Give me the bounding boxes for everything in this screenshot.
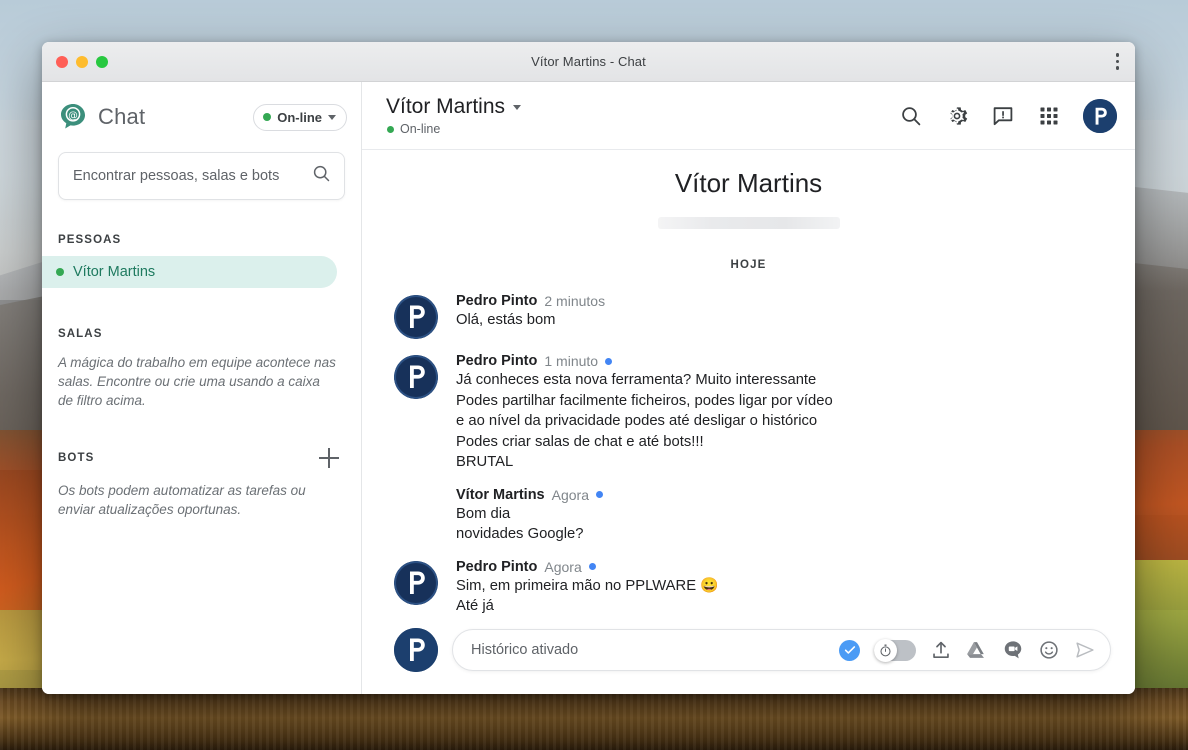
message-meta: Pedro Pinto 2 minutos bbox=[456, 293, 605, 309]
section-bots-label: BOTS bbox=[58, 452, 95, 464]
unread-dot-icon bbox=[595, 491, 603, 498]
avatar-pedro-pinto[interactable] bbox=[394, 355, 438, 399]
presence-dot-icon bbox=[387, 125, 394, 133]
chevron-down-icon[interactable] bbox=[513, 104, 522, 110]
toggle-knob bbox=[874, 638, 897, 662]
message-meta: Vítor Martins Agora bbox=[456, 487, 603, 503]
message-meta: Pedro Pinto 1 minuto bbox=[456, 353, 833, 369]
section-people: PESSOAS bbox=[42, 200, 361, 252]
section-people-label: PESSOAS bbox=[58, 234, 122, 246]
chat-header-actions bbox=[899, 98, 1117, 133]
meet-video-icon[interactable] bbox=[1002, 639, 1024, 661]
upload-icon[interactable] bbox=[930, 639, 952, 661]
composer-actions bbox=[829, 638, 1096, 662]
message-text-line: e ao nível da privacidade podes até desl… bbox=[456, 413, 818, 429]
gear-icon[interactable] bbox=[945, 104, 969, 128]
search-input[interactable] bbox=[73, 168, 311, 184]
presence-dot-icon bbox=[56, 268, 64, 276]
wallpaper-water bbox=[0, 688, 1188, 750]
message-author: Pedro Pinto bbox=[456, 293, 538, 309]
message-list: HOJE Pedro Pinto 2 minutos Olá, estás bom P… bbox=[362, 229, 1135, 618]
section-rooms: SALAS A mágica do trabalho em equipe aco… bbox=[42, 288, 361, 410]
overflow-menu-icon[interactable] bbox=[1115, 53, 1119, 70]
section-bots: BOTS Os bots podem automatizar as tarefa… bbox=[42, 410, 361, 519]
message-body: Pedro Pinto 1 minuto Já conheces esta nova… bbox=[456, 353, 833, 473]
sidebar-item-vitor-martins[interactable]: Vítor Martins bbox=[42, 256, 337, 288]
message-timestamp: Agora bbox=[551, 486, 589, 503]
sidebar-brand-row: @ Chat On-line bbox=[42, 86, 361, 148]
avatar-vitor-martins[interactable] bbox=[394, 489, 438, 533]
sidebar-search-box[interactable] bbox=[58, 152, 345, 200]
composer-input-box[interactable] bbox=[452, 629, 1111, 671]
message-body: Vítor Martins Agora Bom dia novidades Googl… bbox=[456, 487, 603, 545]
conversation-title: Vítor Martins bbox=[674, 168, 823, 198]
message-text-line: Sim, em primeira mão no PPLWARE 😀 bbox=[456, 577, 719, 594]
loading-skeleton-bar bbox=[657, 217, 840, 229]
send-icon[interactable] bbox=[1074, 639, 1096, 661]
feedback-icon[interactable] bbox=[991, 104, 1015, 128]
search-icon[interactable] bbox=[311, 163, 332, 189]
message-text-line: Bom dia bbox=[456, 505, 511, 522]
message-body: Pedro Pinto Agora Sim, em primeira mão no … bbox=[456, 559, 719, 617]
dot bbox=[1115, 53, 1119, 57]
message-meta: Pedro Pinto Agora bbox=[456, 559, 719, 575]
bots-hint-text: Os bots podem automatizar as tarefas ou … bbox=[58, 483, 306, 517]
brand-name: Chat bbox=[98, 104, 146, 129]
message-author: Pedro Pinto bbox=[456, 353, 538, 369]
message-text-line: Podes criar salas de chat e até bots!!! bbox=[456, 433, 704, 450]
conversation-title-area: Vítor Martins bbox=[362, 150, 1135, 229]
search-icon[interactable] bbox=[899, 104, 923, 128]
chat-header: Vítor Martins On-line bbox=[362, 82, 1135, 150]
rooms-hint-text: A mágica do trabalho em equipe acontece … bbox=[58, 355, 336, 408]
chat-header-status: On-line bbox=[400, 122, 441, 136]
add-bot-plus-icon[interactable] bbox=[319, 448, 339, 468]
day-separator: HOJE bbox=[730, 259, 767, 271]
dot bbox=[1115, 59, 1119, 64]
apps-grid-icon[interactable] bbox=[1037, 104, 1061, 128]
google-drive-icon[interactable] bbox=[966, 639, 988, 661]
section-rooms-label: SALAS bbox=[58, 328, 103, 340]
presence-status-dropdown[interactable]: On-line bbox=[253, 103, 347, 131]
sidebar: @ Chat On-line Encontrar pessoas, salas … bbox=[42, 82, 362, 694]
emoji-icon[interactable] bbox=[1038, 639, 1060, 661]
message-author: Vítor Martins bbox=[456, 486, 545, 503]
message-text-line: Podes partilhar facilmente ficheiros, po… bbox=[456, 392, 833, 409]
account-avatar[interactable] bbox=[1083, 98, 1117, 133]
message-item: Pedro Pinto 1 minuto Já conheces esta nova… bbox=[386, 353, 1111, 473]
message-body: Pedro Pinto 2 minutos Olá, estás bom bbox=[456, 293, 605, 339]
message-text-line: Olá, estás bom bbox=[456, 312, 556, 328]
message-timestamp: Agora bbox=[544, 558, 582, 575]
message-author: Pedro Pinto bbox=[456, 558, 538, 575]
message-text-line: Já conheces esta nova ferramenta? Muito … bbox=[456, 372, 817, 388]
presence-dot-icon bbox=[263, 113, 272, 121]
message-item: Pedro Pinto Agora Sim, em primeira mão no … bbox=[386, 559, 1111, 617]
message-item: Pedro Pinto 2 minutos Olá, estás bom bbox=[386, 293, 1111, 339]
check-circle-icon[interactable] bbox=[839, 639, 860, 661]
message-timestamp: 2 minutos bbox=[544, 293, 606, 309]
message-input[interactable] bbox=[471, 642, 829, 658]
svg-text:@: @ bbox=[68, 111, 78, 122]
unread-dot-icon bbox=[588, 563, 596, 570]
sidebar-item-label: Vítor Martins bbox=[73, 264, 156, 280]
chat-header-name: Vítor Martins bbox=[386, 95, 506, 118]
chevron-down-icon bbox=[328, 114, 336, 120]
unread-dot-icon bbox=[605, 357, 613, 365]
avatar-pedro-pinto[interactable] bbox=[394, 560, 438, 605]
message-text-line: Até já bbox=[456, 598, 494, 614]
composer-avatar bbox=[394, 628, 438, 672]
message-composer bbox=[362, 618, 1135, 694]
chat-main-pane: Vítor Martins On-line Vítor Martins HOJE… bbox=[362, 82, 1135, 694]
message-item: Vítor Martins Agora Bom dia novidades Googl… bbox=[386, 487, 1111, 545]
avatar-pedro-pinto[interactable] bbox=[394, 295, 438, 339]
dot bbox=[1115, 66, 1119, 70]
chat-at-bubble-icon: @ bbox=[58, 102, 88, 132]
window-title: Vítor Martins - Chat bbox=[531, 54, 646, 69]
message-text-line: BRUTAL bbox=[456, 454, 514, 470]
message-timestamp: 1 minuto bbox=[544, 353, 599, 369]
message-text-line: novidades Google? bbox=[456, 526, 584, 542]
history-toggle-icon[interactable] bbox=[874, 638, 916, 662]
window-titlebar: Vítor Martins - Chat bbox=[42, 42, 1135, 82]
presence-status-label: On-line bbox=[277, 109, 322, 125]
chat-app-window: Vítor Martins - Chat @ Chat On-line Enco… bbox=[42, 42, 1135, 694]
